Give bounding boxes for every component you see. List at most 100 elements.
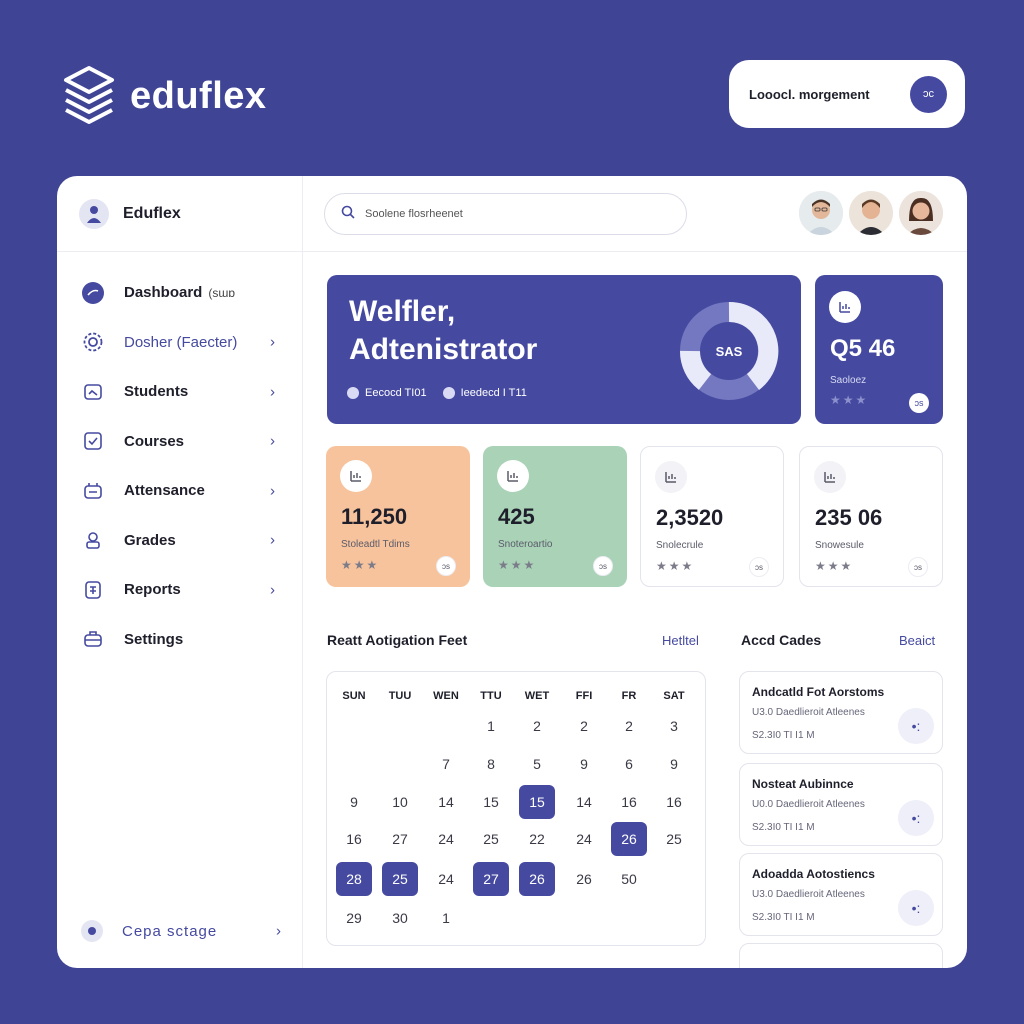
welcome-title: Welfler, Adtenistrator	[349, 293, 537, 369]
brand-logo[interactable]: eduflex	[62, 64, 267, 129]
calendar-day[interactable]: 9	[336, 785, 372, 819]
sidebar-item-label: Students	[124, 383, 189, 401]
calendar-day[interactable]: 14	[428, 785, 464, 819]
calendar-weekday-header: TTU	[480, 690, 502, 702]
calendar-day[interactable]: 9	[566, 747, 602, 781]
calendar-section-link[interactable]: Hetltel	[662, 633, 699, 648]
avatar[interactable]	[849, 191, 893, 235]
search-input[interactable]	[365, 208, 665, 220]
calendar-day[interactable]: 5	[519, 747, 555, 781]
stat-more-button[interactable]: ɔs	[749, 557, 769, 577]
calendar-day[interactable]: 27	[382, 822, 418, 856]
stat-card[interactable]: 11,250 Stoleadtl Tdims ★★★ ɔs	[326, 446, 470, 587]
search-box[interactable]	[324, 193, 687, 235]
stat-more-button[interactable]: ɔs	[593, 556, 613, 576]
stat-more-button[interactable]: ɔs	[436, 556, 456, 576]
stat-label: Snowesule	[815, 540, 864, 551]
list-item-detail: U3.0 Daedlieroit Atleenes	[752, 707, 865, 718]
sidebar-footer-label: Cepa sctage	[122, 922, 218, 940]
calendar-day[interactable]: 25	[382, 862, 418, 896]
stat-more-button[interactable]: ɔs	[908, 557, 928, 577]
calendar-day[interactable]: 28	[336, 862, 372, 896]
calendar-day[interactable]: 30	[382, 901, 418, 935]
calendar-day[interactable]: 26	[611, 822, 647, 856]
chart-icon	[814, 461, 846, 493]
calendar-day[interactable]: 1	[473, 709, 509, 743]
students-icon	[81, 380, 105, 404]
calendar-day[interactable]: 25	[656, 822, 692, 856]
stat-card-highlight[interactable]: Q5 46 Saoloez ★★★ ɔs	[815, 275, 943, 424]
sidebar-item-courses[interactable]: Courses ›	[57, 417, 303, 467]
list-item-action-button[interactable]: •:	[898, 800, 934, 836]
sidebar-item-settings[interactable]: Settings	[57, 615, 303, 665]
calendar-day[interactable]: 6	[611, 747, 647, 781]
avatar[interactable]	[899, 191, 943, 235]
top-pill[interactable]: Looocl. morgement ɔc	[729, 60, 965, 128]
calendar-day[interactable]: 24	[566, 822, 602, 856]
calendar-weekday-header: TUU	[388, 690, 412, 702]
stat-value: Q5 46	[830, 335, 896, 362]
stat-more-button[interactable]: ɔs	[909, 393, 929, 413]
meta-dot-icon	[347, 387, 359, 399]
list-item[interactable]	[739, 943, 943, 968]
team-avatars	[799, 191, 943, 235]
calendar-day[interactable]: 8	[473, 747, 509, 781]
calendar-day[interactable]: 24	[428, 862, 464, 896]
calendar-day[interactable]: 50	[611, 862, 647, 896]
meta-dot-icon	[442, 387, 455, 399]
list-item-title: Nosteat Aubinnce	[752, 777, 854, 791]
list-section-link[interactable]: Beaict	[899, 633, 935, 648]
calendar-day[interactable]: 16	[656, 785, 692, 819]
user-avatar-icon[interactable]	[79, 198, 109, 229]
list-item[interactable]: Nosteat Aubinnce U0.0 Daedlieroit Atleen…	[739, 763, 943, 846]
calendar-day[interactable]: 22	[519, 822, 555, 856]
list-item-action-button[interactable]: •:	[898, 708, 934, 744]
calendar-day[interactable]: 26	[519, 862, 555, 896]
calendar-day[interactable]: 29	[336, 901, 372, 935]
top-pill-label: Looocl. morgement	[749, 86, 870, 102]
sidebar-footer-link[interactable]: Cepa sctage ›	[81, 920, 281, 942]
sidebar-item-grades[interactable]: Grades ›	[57, 516, 303, 566]
chevron-right-icon: ›	[270, 383, 275, 401]
sidebar-item-label: Dashboard	[124, 284, 203, 302]
stat-card[interactable]: 235 06 Snowesule ★★★ ɔs	[799, 446, 943, 587]
stat-card[interactable]: 2,3520 Snolecrule ★★★ ɔs	[640, 446, 784, 587]
welcome-line1: Welfler,	[349, 295, 456, 328]
top-pill-button[interactable]: ɔc	[910, 75, 947, 113]
list-item-action-button[interactable]: •:	[898, 890, 934, 926]
calendar-day[interactable]: 25	[473, 822, 509, 856]
sidebar-item-students[interactable]: Students ›	[57, 367, 303, 417]
calendar-day[interactable]: 2	[519, 709, 555, 743]
calendar-day[interactable]: 26	[566, 862, 602, 896]
stat-label: Stoleadtl Tdims	[341, 539, 410, 550]
calendar-day[interactable]: 10	[382, 785, 418, 819]
calendar-day[interactable]: 27	[473, 862, 509, 896]
calendar-day[interactable]: 3	[656, 709, 692, 743]
calendar-day[interactable]: 15	[473, 785, 509, 819]
sidebar-item-reports[interactable]: Reports ›	[57, 565, 303, 615]
sidebar-item-dosher[interactable]: Dosher (Faecter) ›	[57, 318, 303, 368]
calendar-day[interactable]: 14	[566, 785, 602, 819]
calendar-day[interactable]: 16	[611, 785, 647, 819]
avatar[interactable]	[799, 191, 843, 235]
calendar-day[interactable]: 1	[428, 901, 464, 935]
chevron-right-icon: ›	[270, 482, 275, 500]
rating-stars-icon: ★★★	[815, 559, 854, 573]
calendar-day[interactable]: 2	[566, 709, 602, 743]
calendar-day[interactable]: 15	[519, 785, 555, 819]
stat-card[interactable]: 425 Snoteroartio ★★★ ɔs	[483, 446, 627, 587]
calendar-day[interactable]: 16	[336, 822, 372, 856]
calendar-day[interactable]: 7	[428, 747, 464, 781]
calendar-day[interactable]: 9	[656, 747, 692, 781]
sidebar-item-attendance[interactable]: Attensance ›	[57, 466, 303, 516]
stat-value: 2,3520	[656, 505, 724, 530]
calendar-day[interactable]: 2	[611, 709, 647, 743]
list-item[interactable]: Adoadda Aotostiencs U3.0 Daedlieroit Atl…	[739, 853, 943, 936]
calendar-day[interactable]: 24	[428, 822, 464, 856]
search-icon	[341, 205, 355, 224]
stat-value: 11,250	[341, 504, 408, 529]
sidebar-item-label: Settings	[124, 630, 184, 648]
sidebar-item-dashboard[interactable]: Dashboard (sɯɒ	[57, 268, 303, 318]
sidebar-item-label: Dosher (Faecter)	[124, 333, 238, 351]
list-item[interactable]: Andcatld Fot Aorstoms U3.0 Daedlieroit A…	[739, 671, 943, 754]
